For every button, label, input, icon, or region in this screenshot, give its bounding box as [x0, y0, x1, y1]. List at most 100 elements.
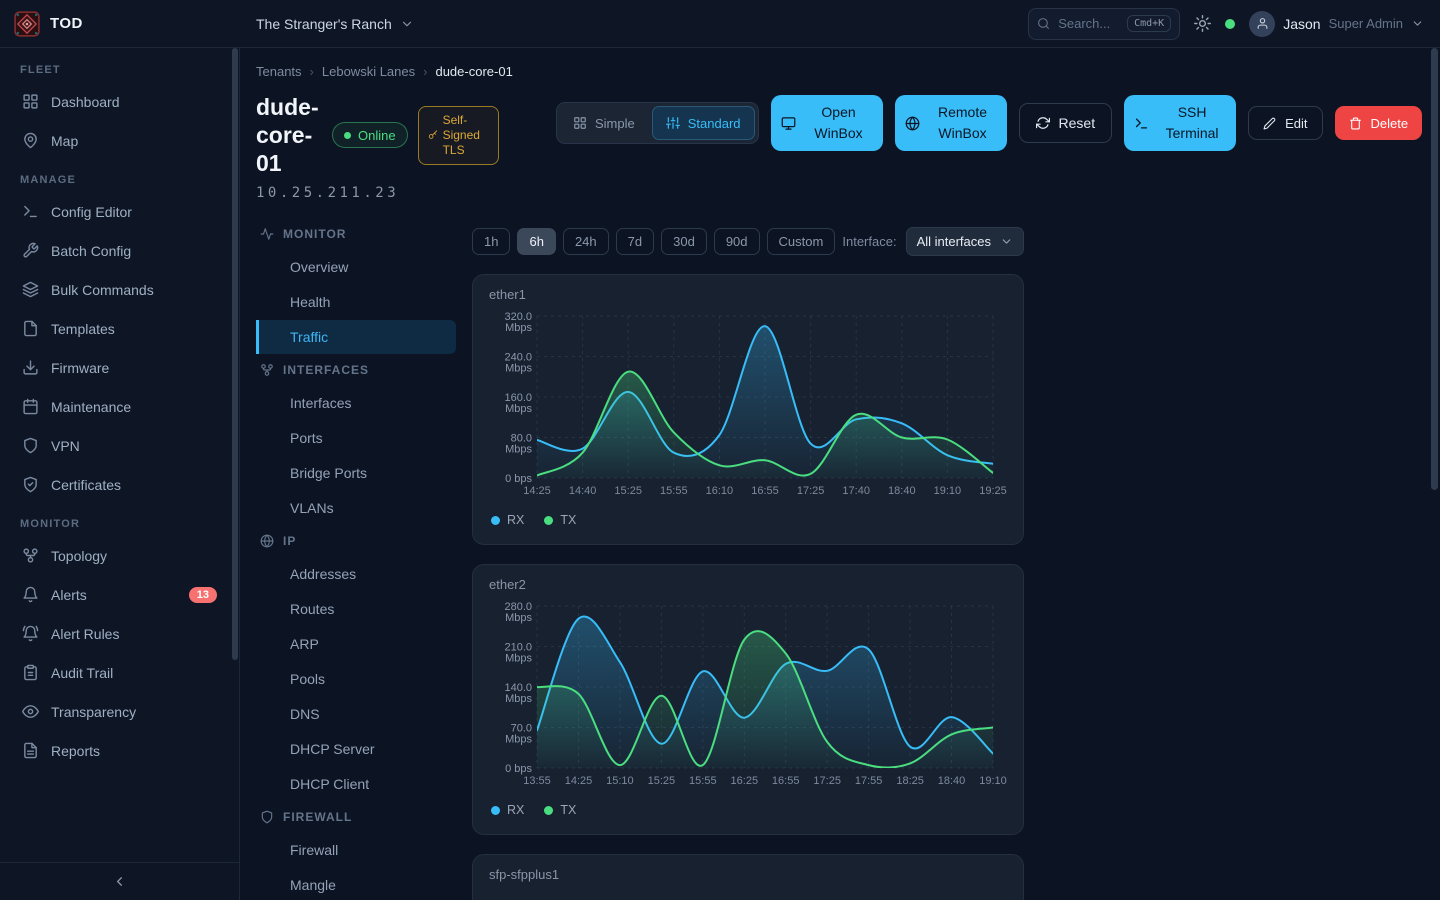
- sidebar-section-fleet: FLEET: [20, 64, 227, 76]
- device-nav-mangle[interactable]: Mangle: [256, 868, 456, 900]
- reset-button[interactable]: Reset: [1019, 103, 1113, 143]
- main-scrollbar[interactable]: [1431, 48, 1438, 490]
- search-input[interactable]: [1058, 16, 1119, 31]
- sidebar-item-label: Bulk Commands: [51, 282, 154, 298]
- sidebar-item-label: Firmware: [51, 360, 109, 376]
- device-nav-addresses[interactable]: Addresses: [256, 557, 456, 591]
- legend-tx: TX: [544, 513, 576, 527]
- sidebar-item-dashboard[interactable]: Dashboard: [12, 82, 227, 121]
- device-nav-arp[interactable]: ARP: [256, 627, 456, 661]
- device-nav-traffic[interactable]: Traffic: [256, 320, 456, 354]
- device-nav-routes[interactable]: Routes: [256, 592, 456, 626]
- sidebar-item-map[interactable]: Map: [12, 121, 227, 160]
- sidebar-item-batch-config[interactable]: Batch Config: [12, 231, 227, 270]
- breadcrumb-tenants[interactable]: Tenants: [256, 64, 302, 79]
- svg-text:15:25: 15:25: [648, 775, 676, 787]
- device-nav-ports[interactable]: Ports: [256, 421, 456, 455]
- view-mode-standard-label: Standard: [688, 116, 741, 131]
- device-nav-firewall[interactable]: Firewall: [256, 833, 456, 867]
- topbar-right: Cmd+K Jason Super Admin: [1028, 8, 1424, 40]
- sidebar-item-certificates[interactable]: Certificates: [12, 465, 227, 504]
- sliders-icon: [666, 116, 680, 130]
- topology-icon: [22, 547, 39, 564]
- open-winbox-button[interactable]: Open WinBox: [771, 95, 883, 151]
- device-nav-vlans[interactable]: VLANs: [256, 491, 456, 525]
- chart-card-ether1: ether1 0 bps80.0Mbps160.0Mbps240.0Mbps32…: [472, 274, 1024, 545]
- file-icon: [22, 320, 39, 337]
- device-nav-dns[interactable]: DNS: [256, 697, 456, 731]
- edit-button[interactable]: Edit: [1248, 106, 1322, 140]
- sidebar-item-firmware[interactable]: Firmware: [12, 348, 227, 387]
- range-6h[interactable]: 6h: [517, 228, 555, 255]
- interface-label: Interface:: [842, 234, 896, 249]
- user-menu[interactable]: Jason Super Admin: [1249, 11, 1424, 37]
- sidebar-item-vpn[interactable]: VPN: [12, 426, 227, 465]
- chart-card-ether2: ether2 0 bps70.0Mbps140.0Mbps210.0Mbps28…: [472, 564, 1024, 835]
- connection-status-dot: [1225, 19, 1235, 29]
- sidebar-item-topology[interactable]: Topology: [12, 536, 227, 575]
- sidebar-item-alert-rules[interactable]: Alert Rules: [12, 614, 227, 653]
- remote-winbox-button[interactable]: Remote WinBox: [895, 95, 1007, 151]
- breadcrumb-lebowski-lanes[interactable]: Lebowski Lanes: [322, 64, 415, 79]
- sidebar-item-transparency[interactable]: Transparency: [12, 692, 227, 731]
- sidebar-item-reports[interactable]: Reports: [12, 731, 227, 770]
- pencil-icon: [1263, 117, 1276, 130]
- app-root: TOD The Stranger's Ranch Cmd+K Jason Sup…: [0, 0, 1440, 900]
- sidebar-nav: FLEETDashboardMapMANAGEConfig EditorBatc…: [0, 48, 239, 862]
- content-row: MONITOROverviewHealthTrafficINTERFACESIn…: [256, 219, 1416, 900]
- device-nav-health[interactable]: Health: [256, 285, 456, 319]
- svg-text:16:55: 16:55: [772, 775, 800, 787]
- sidebar-scrollbar[interactable]: [232, 48, 238, 660]
- theme-toggle-sun-icon[interactable]: [1194, 15, 1211, 32]
- svg-text:18:40: 18:40: [938, 775, 966, 787]
- interface-select[interactable]: All interfaces: [906, 227, 1024, 256]
- device-nav-interfaces[interactable]: Interfaces: [256, 386, 456, 420]
- svg-text:15:55: 15:55: [689, 775, 717, 787]
- range-30d[interactable]: 30d: [661, 228, 707, 255]
- sidebar-item-templates[interactable]: Templates: [12, 309, 227, 348]
- sidebar-collapse-button[interactable]: [0, 862, 239, 900]
- svg-text:14:40: 14:40: [569, 485, 597, 497]
- view-mode-simple[interactable]: Simple: [560, 106, 648, 140]
- layers-icon: [22, 281, 39, 298]
- range-1h[interactable]: 1h: [472, 228, 510, 255]
- sidebar-item-audit-trail[interactable]: Audit Trail: [12, 653, 227, 692]
- delete-button[interactable]: Delete: [1335, 106, 1423, 140]
- sidebar-item-alerts[interactable]: Alerts13: [12, 575, 227, 614]
- svg-text:14:25: 14:25: [565, 775, 593, 787]
- range-custom[interactable]: Custom: [767, 228, 836, 255]
- bell-ring-icon: [22, 625, 39, 642]
- svg-text:17:25: 17:25: [797, 485, 825, 497]
- device-nav-dhcp-client[interactable]: DHCP Client: [256, 767, 456, 801]
- view-mode-toggle: Simple Standard: [556, 102, 759, 144]
- grid-icon: [573, 116, 587, 130]
- view-mode-standard[interactable]: Standard: [652, 106, 755, 140]
- tenant-selector[interactable]: The Stranger's Ranch: [256, 16, 414, 32]
- device-nav-pools[interactable]: Pools: [256, 662, 456, 696]
- sidebar-item-config-editor[interactable]: Config Editor: [12, 192, 227, 231]
- range-7d[interactable]: 7d: [616, 228, 654, 255]
- ssh-terminal-button[interactable]: SSH Terminal: [1124, 95, 1236, 151]
- ssh-terminal-label: SSH Terminal: [1158, 102, 1226, 144]
- tenant-name: The Stranger's Ranch: [256, 16, 392, 32]
- sidebar-item-bulk-commands[interactable]: Bulk Commands: [12, 270, 227, 309]
- svg-text:17:25: 17:25: [813, 775, 841, 787]
- svg-text:0 bps: 0 bps: [505, 473, 532, 485]
- range-90d[interactable]: 90d: [714, 228, 760, 255]
- chart-card-sfp-sfpplus1: sfp-sfpplus1: [472, 854, 1024, 900]
- search-box[interactable]: Cmd+K: [1028, 8, 1180, 40]
- device-nav-dhcp-server[interactable]: DHCP Server: [256, 732, 456, 766]
- activity-icon: [260, 227, 274, 241]
- app-logo: TOD: [0, 0, 240, 47]
- sidebar-item-maintenance[interactable]: Maintenance: [12, 387, 227, 426]
- device-actions: Simple Standard Open WinBox Remote WinBo…: [556, 95, 1422, 151]
- device-nav-bridge-ports[interactable]: Bridge Ports: [256, 456, 456, 490]
- chevron-left-icon: [112, 874, 127, 889]
- page-title: dude-core-01: [256, 93, 322, 177]
- chart-title: ether2: [489, 577, 1007, 592]
- svg-text:Mbps: Mbps: [505, 734, 532, 746]
- device-nav-overview[interactable]: Overview: [256, 250, 456, 284]
- legend-rx: RX: [491, 513, 524, 527]
- sidebar-item-label: Certificates: [51, 477, 121, 493]
- range-24h[interactable]: 24h: [563, 228, 609, 255]
